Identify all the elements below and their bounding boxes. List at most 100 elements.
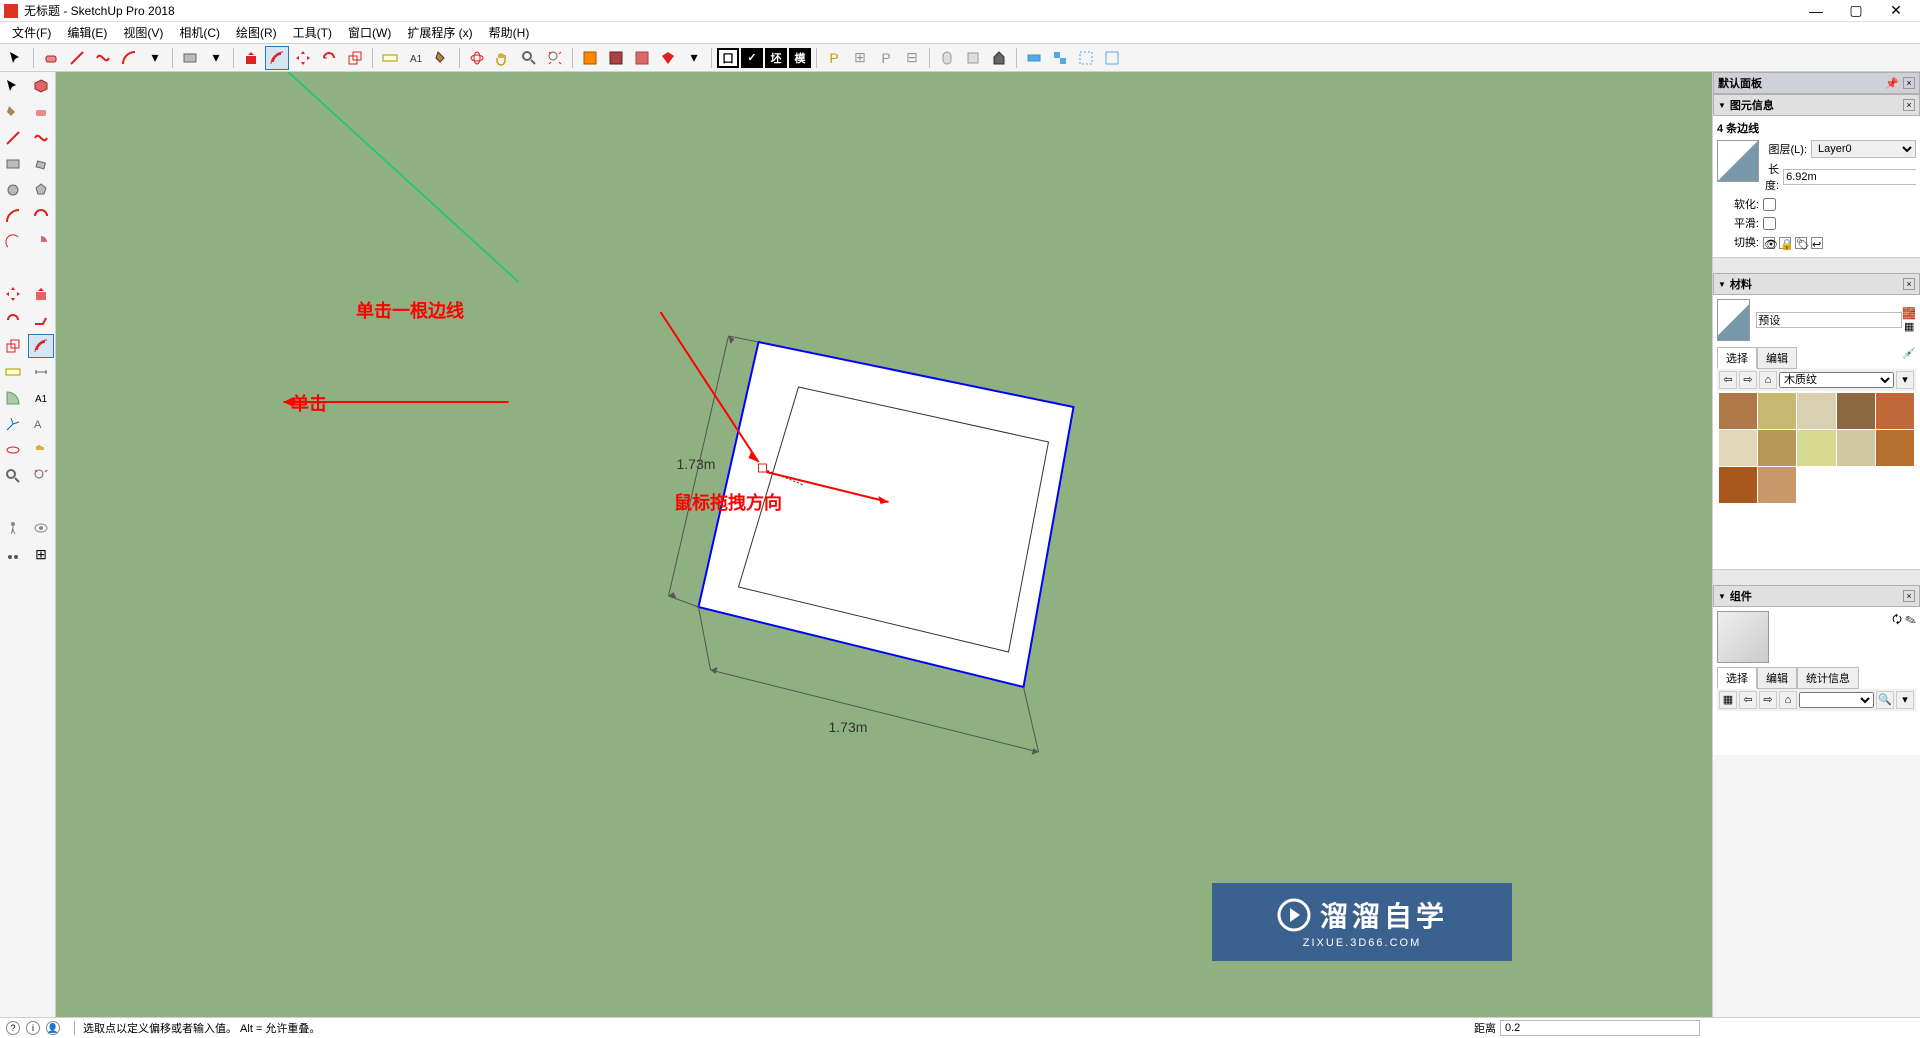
- comp-search[interactable]: 🔍: [1876, 691, 1894, 709]
- layout-tool-2[interactable]: ⊞: [848, 46, 872, 70]
- zoom-tool[interactable]: [517, 46, 541, 70]
- maximize-button[interactable]: ▢: [1836, 2, 1876, 19]
- solid-tool-3[interactable]: [987, 46, 1011, 70]
- mat-item[interactable]: [1837, 430, 1875, 466]
- paint-tool[interactable]: [430, 46, 454, 70]
- section-display[interactable]: [604, 46, 628, 70]
- ruby-tool[interactable]: [656, 46, 680, 70]
- view-tool-3[interactable]: [1074, 46, 1098, 70]
- mat-back[interactable]: ⇦: [1719, 371, 1737, 389]
- layout-tool-4[interactable]: ⊟: [900, 46, 924, 70]
- menu-window[interactable]: 窗口(W): [340, 24, 399, 41]
- st-sandbox[interactable]: ⊞: [28, 542, 54, 566]
- mat-pick-icon[interactable]: 🧱: [1902, 307, 1916, 320]
- mat-create-icon[interactable]: ▦: [1902, 320, 1916, 333]
- st-line[interactable]: [0, 126, 26, 150]
- rect-tool[interactable]: [178, 46, 202, 70]
- st-pushpull[interactable]: [28, 282, 54, 306]
- mat-item[interactable]: [1758, 467, 1796, 503]
- status-icon-3[interactable]: 👤: [46, 1021, 60, 1035]
- pushpull-tool[interactable]: [239, 46, 263, 70]
- comp-tag-icon[interactable]: ✎: [1905, 614, 1916, 626]
- st-rotate[interactable]: [0, 308, 26, 332]
- material-preset[interactable]: [1756, 312, 1902, 328]
- comp-view[interactable]: ▦: [1719, 691, 1737, 709]
- mat-item[interactable]: [1758, 430, 1796, 466]
- layout-tool-1[interactable]: P: [822, 46, 846, 70]
- material-swatch[interactable]: [1717, 299, 1750, 341]
- menu-help[interactable]: 帮助(H): [481, 24, 538, 41]
- eraser-tool[interactable]: [39, 46, 63, 70]
- ruby-tool-2[interactable]: ▾: [682, 46, 706, 70]
- st-protractor[interactable]: [0, 386, 26, 410]
- st-circle[interactable]: [0, 178, 26, 202]
- pan-tool[interactable]: [491, 46, 515, 70]
- st-axes[interactable]: [0, 412, 26, 436]
- layout-tool-3[interactable]: P: [874, 46, 898, 70]
- shape-tool[interactable]: ▾: [143, 46, 167, 70]
- view-tool-4[interactable]: [1100, 46, 1124, 70]
- mat-fwd[interactable]: ⇨: [1739, 371, 1757, 389]
- mat-item[interactable]: [1837, 393, 1875, 429]
- back-icon[interactable]: ↩: [1811, 237, 1823, 249]
- mat-tab-edit[interactable]: 编辑: [1757, 347, 1797, 369]
- 3d-viewport[interactable]: 1.73m 1.73m 单击一根边线 鼠标拖拽方向 单击 溜溜自学 ZIXUE.…: [56, 72, 1712, 1019]
- select-tool[interactable]: [4, 46, 28, 70]
- mat-item[interactable]: [1876, 430, 1914, 466]
- mat-item[interactable]: [1758, 393, 1796, 429]
- mat-item[interactable]: [1797, 430, 1835, 466]
- st-arc2[interactable]: [28, 204, 54, 228]
- length-input[interactable]: [1783, 169, 1916, 185]
- text-tool[interactable]: A1: [404, 46, 428, 70]
- menu-ext[interactable]: 扩展程序 (x): [399, 24, 480, 41]
- tape-tool[interactable]: [378, 46, 402, 70]
- st-select[interactable]: [0, 74, 26, 98]
- freehand-tool[interactable]: [91, 46, 115, 70]
- move-tool[interactable]: [291, 46, 315, 70]
- st-dim[interactable]: [28, 360, 54, 384]
- line-tool[interactable]: [65, 46, 89, 70]
- section-tool[interactable]: [578, 46, 602, 70]
- mat-home[interactable]: ⌂: [1759, 371, 1777, 389]
- view-tool-1[interactable]: [1022, 46, 1046, 70]
- st-orbit[interactable]: [0, 438, 26, 462]
- mat-item[interactable]: [1719, 393, 1757, 429]
- layer-select[interactable]: Layer0: [1811, 140, 1916, 158]
- tag-icon[interactable]: 🏷: [1795, 237, 1807, 249]
- st-section[interactable]: [0, 542, 26, 566]
- eyedropper-icon[interactable]: 💉: [1902, 347, 1916, 369]
- st-scale[interactable]: [0, 334, 26, 358]
- st-zoom[interactable]: [0, 464, 26, 488]
- st-freehand[interactable]: [28, 126, 54, 150]
- lock-icon[interactable]: 🔒: [1779, 237, 1791, 249]
- menu-file[interactable]: 文件(F): [4, 24, 59, 41]
- mat-item[interactable]: [1719, 467, 1757, 503]
- st-tape[interactable]: [0, 360, 26, 384]
- section-fill[interactable]: [630, 46, 654, 70]
- offset-tool[interactable]: [265, 46, 289, 70]
- mat-category[interactable]: 木质纹: [1779, 372, 1894, 388]
- comp-home[interactable]: ⌂: [1779, 691, 1797, 709]
- st-walk[interactable]: [0, 516, 26, 540]
- view-tool-2[interactable]: [1048, 46, 1072, 70]
- st-poly[interactable]: [28, 178, 54, 202]
- st-zoomext[interactable]: [28, 464, 54, 488]
- st-eraser[interactable]: [28, 100, 54, 124]
- st-offset[interactable]: [28, 334, 54, 358]
- st-followme[interactable]: [28, 308, 54, 332]
- comp-tab2[interactable]: 编辑: [1757, 667, 1797, 689]
- st-rotrect[interactable]: [28, 152, 54, 176]
- st-rect[interactable]: [0, 152, 26, 176]
- st-component[interactable]: [28, 74, 54, 98]
- mat-item[interactable]: [1876, 393, 1914, 429]
- arc-tool[interactable]: [117, 46, 141, 70]
- menu-view[interactable]: 视图(V): [115, 24, 171, 41]
- comp-fwd[interactable]: ⇨: [1759, 691, 1777, 709]
- rotate-tool[interactable]: [317, 46, 341, 70]
- close-button[interactable]: ✕: [1876, 2, 1916, 19]
- zoom-extents-tool[interactable]: [543, 46, 567, 70]
- soft-check[interactable]: [1763, 198, 1776, 211]
- smooth-check[interactable]: [1763, 217, 1776, 230]
- mat-menu[interactable]: ▾: [1896, 371, 1914, 389]
- solid-tool-1[interactable]: [935, 46, 959, 70]
